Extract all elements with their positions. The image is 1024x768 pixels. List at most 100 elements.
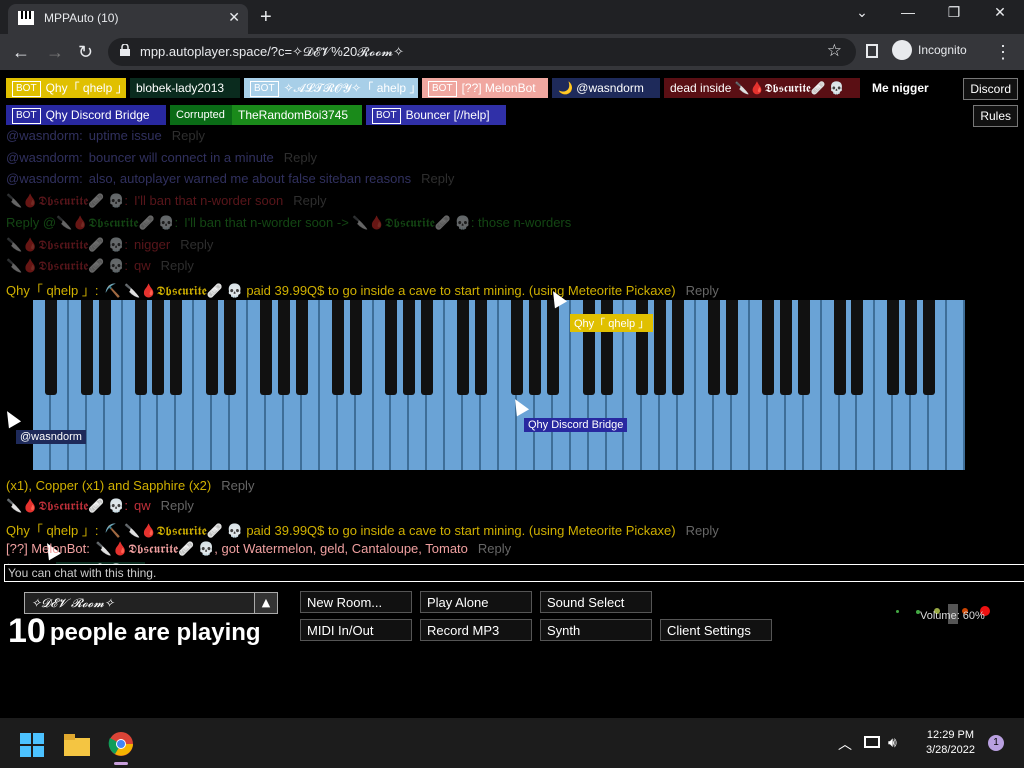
reply-link[interactable]: Reply <box>161 498 194 513</box>
windows-start-icon[interactable] <box>20 733 44 757</box>
rules-button[interactable]: Rules <box>973 105 1018 127</box>
client-settings-button[interactable]: Client Settings <box>660 619 772 641</box>
piano-black-key[interactable] <box>546 300 559 395</box>
reply-link[interactable]: Reply <box>421 171 454 186</box>
piano-black-key[interactable] <box>887 300 900 395</box>
reply-link[interactable]: Reply <box>284 150 317 165</box>
piano-black-key[interactable] <box>708 300 721 395</box>
new-tab-button[interactable]: + <box>260 6 272 29</box>
chat-author[interactable]: 🔪🩸𝕯𝖇𝖘𝖈𝖚𝖗𝖎𝖙𝖊🩹 💀: <box>6 193 128 208</box>
reload-icon[interactable]: ↻ <box>78 42 93 63</box>
file-explorer-icon[interactable] <box>64 734 90 756</box>
player-tag[interactable]: 🌙 @wasndorm <box>552 78 660 98</box>
tray-chevron-up-icon[interactable]: ︿ <box>838 734 852 754</box>
piano-black-key[interactable] <box>403 300 416 395</box>
chat-author[interactable]: 🔪🩸𝕯𝖇𝖘𝖈𝖚𝖗𝖎𝖙𝖊🩹 💀: <box>6 498 128 513</box>
player-tag[interactable]: BOT Qhy Discord Bridge <box>6 105 166 125</box>
piano-black-key[interactable] <box>761 300 774 395</box>
chat-author[interactable]: 🔪🩸𝕯𝖇𝖘𝖈𝖚𝖗𝖎𝖙𝖊🩹 💀: <box>6 237 128 252</box>
chat-input[interactable]: You can chat with this thing. <box>4 564 1024 582</box>
reply-link[interactable]: Reply <box>161 258 194 273</box>
chat-author[interactable]: [??] MelonBot: <box>6 541 90 556</box>
reply-link[interactable]: Reply <box>293 193 326 208</box>
piano-black-key[interactable] <box>797 300 810 395</box>
piano-black-key[interactable] <box>260 300 272 395</box>
piano-keyboard[interactable] <box>33 300 965 470</box>
record-mp3-button[interactable]: Record MP3 <box>420 619 532 641</box>
piano-black-key[interactable] <box>170 300 183 395</box>
menu-kebab-icon[interactable]: ⋮ <box>994 42 1012 63</box>
piano-black-key[interactable] <box>331 300 344 395</box>
player-tag[interactable]: BOT [??] MelonBot <box>422 78 548 98</box>
piano-white-key[interactable] <box>947 300 965 470</box>
chat-author[interactable]: Reply @🔪🩸𝕯𝖇𝖘𝖈𝖚𝖗𝖎𝖙𝖊🩹 💀: <box>6 215 178 230</box>
forward-icon[interactable]: → <box>46 42 64 63</box>
clock[interactable]: 12:29 PM 3/28/2022 <box>926 728 975 758</box>
piano-black-key[interactable] <box>654 300 667 395</box>
piano-black-key[interactable] <box>224 300 237 395</box>
minimize-button[interactable]: — <box>888 4 928 20</box>
chat-author[interactable]: @wasndorm: <box>6 128 83 143</box>
piano-black-key[interactable] <box>385 300 398 395</box>
player-tag[interactable]: TheRandomBoi3745 <box>232 105 362 125</box>
play-alone-button[interactable]: Play Alone <box>420 591 532 613</box>
network-icon[interactable] <box>864 736 880 748</box>
chat-author[interactable]: Qhy「 qhelp 」: <box>6 523 99 538</box>
browser-tab[interactable]: MPPAuto (10) ✕ <box>8 4 248 34</box>
chat-author[interactable]: @wasndorm: <box>6 171 83 186</box>
piano-black-key[interactable] <box>277 300 290 395</box>
piano-black-key[interactable] <box>457 300 470 395</box>
notification-badge[interactable]: 1 <box>988 735 1004 751</box>
piano-black-key[interactable] <box>528 300 541 395</box>
piano-black-key[interactable] <box>98 300 111 395</box>
tab-search-icon[interactable]: ⌄ <box>842 4 882 21</box>
piano-black-key[interactable] <box>779 300 792 395</box>
incognito-indicator[interactable]: Incognito <box>892 40 967 60</box>
piano-black-key[interactable] <box>726 300 738 395</box>
reply-link[interactable]: Reply <box>686 283 719 298</box>
piano-black-key[interactable] <box>295 300 308 395</box>
new-room-button[interactable]: New Room... <box>300 591 412 613</box>
chat-author[interactable]: @wasndorm: <box>6 150 83 165</box>
reply-link[interactable]: Reply <box>180 237 213 252</box>
room-selector[interactable]: ✧𝓓𝓔𝓥 𝓡𝓸𝓸𝓶✧ ▲ <box>24 592 278 614</box>
piano-black-key[interactable] <box>510 300 523 395</box>
speaker-icon[interactable]: 🔊︎ <box>888 734 897 751</box>
restore-button[interactable]: ❐ <box>934 4 974 21</box>
player-tag[interactable]: BOT Qhy「 qhelp 」 <box>6 78 128 98</box>
piano-black-key[interactable] <box>475 300 488 395</box>
piano-black-key[interactable] <box>672 300 685 395</box>
player-tag-self[interactable]: Me nigger <box>866 78 929 98</box>
piano-black-key[interactable] <box>152 300 165 395</box>
address-bar[interactable]: mpp.autoplayer.space/?c=✧𝓓𝓔𝓥%20𝓡𝓸𝓸𝓶✧ ☆ <box>108 38 856 66</box>
piano-black-key[interactable] <box>851 300 864 395</box>
player-tag[interactable]: BOT Bouncer [//help] <box>366 105 506 125</box>
player-tag[interactable]: BOT ✧𝓐𝓛𝓣𝓡𝓞𝓨✧「 ahelp 」 <box>244 78 421 98</box>
discord-button[interactable]: Discord <box>963 78 1018 100</box>
piano-black-key[interactable] <box>923 300 936 395</box>
player-tag[interactable]: dead inside 🔪🩸𝕯𝖇𝖘𝖈𝖚𝖗𝖎𝖙𝖊🩹 💀 <box>664 78 860 98</box>
piano-black-key[interactable] <box>80 300 93 395</box>
piano-black-key[interactable] <box>833 300 846 395</box>
reply-link[interactable]: Reply <box>686 523 719 538</box>
player-tag[interactable]: blobek-lady2013 <box>130 78 240 98</box>
chrome-icon[interactable] <box>108 731 134 757</box>
piano-black-key[interactable] <box>421 300 434 395</box>
player-tag[interactable]: Corrupted <box>170 105 232 125</box>
back-icon[interactable]: ← <box>12 42 30 63</box>
chat-author[interactable]: 🔪🩸𝕯𝖇𝖘𝖈𝖚𝖗𝖎𝖙𝖊🩹 💀: <box>6 258 128 273</box>
side-panel-icon[interactable] <box>866 44 878 58</box>
reply-link[interactable]: Reply <box>172 128 205 143</box>
close-window-button[interactable]: ✕ <box>980 4 1020 21</box>
chevron-up-icon[interactable]: ▲ <box>254 593 277 613</box>
piano-black-key[interactable] <box>44 300 57 395</box>
bookmark-star-icon[interactable]: ☆ <box>827 41 842 61</box>
tab-close-icon[interactable]: ✕ <box>228 9 240 26</box>
chat-author[interactable]: Qhy「 qhelp 」: <box>6 283 99 298</box>
sound-select-button[interactable]: Sound Select <box>540 591 652 613</box>
piano-black-key[interactable] <box>905 300 918 395</box>
piano-black-key[interactable] <box>349 300 362 395</box>
synth-button[interactable]: Synth <box>540 619 652 641</box>
midi-button[interactable]: MIDI In/Out <box>300 619 412 641</box>
reply-link[interactable]: Reply <box>221 478 254 493</box>
